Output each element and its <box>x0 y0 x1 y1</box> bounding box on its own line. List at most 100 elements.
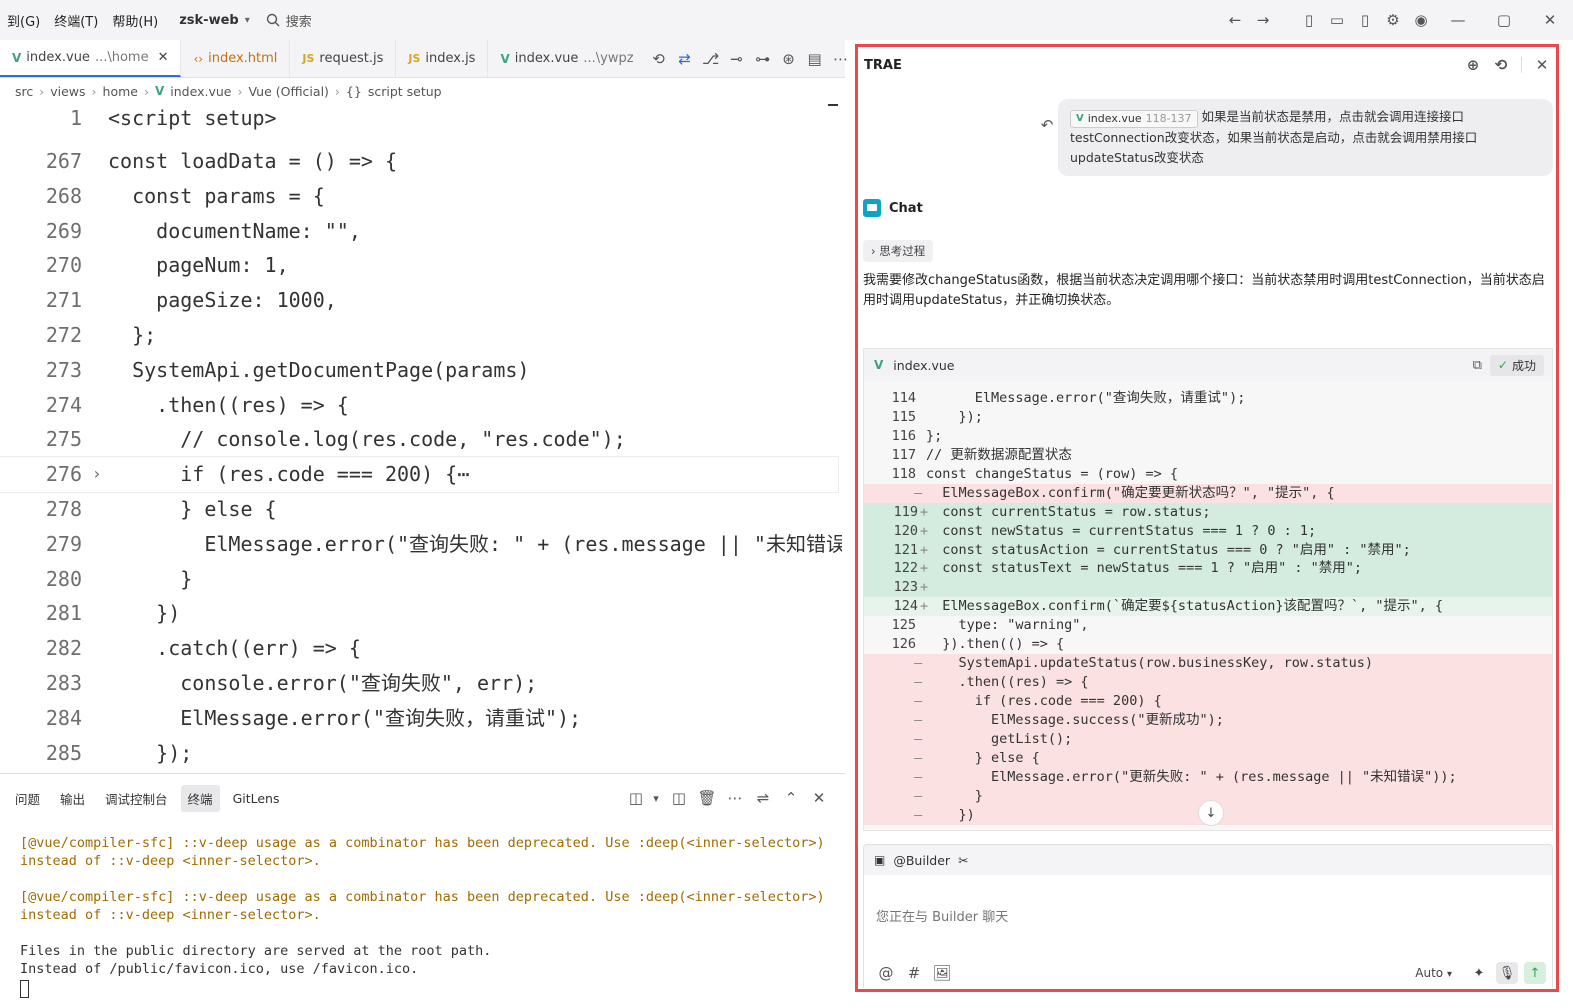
breadcrumb-item[interactable]: script setup <box>368 84 442 99</box>
breadcrumb-item[interactable]: views <box>50 84 85 99</box>
diff-removed-line: — getList(); <box>864 729 1552 749</box>
fold-chevron-icon[interactable]: › <box>92 457 102 492</box>
thinking-toggle[interactable]: › 思考过程 <box>863 240 934 262</box>
terminal-settings-icon[interactable]: ⇌ <box>749 784 777 812</box>
terminal-output[interactable]: [@vue/compiler-sfc] ::v-deep usage as a … <box>0 822 845 998</box>
new-chat-icon[interactable]: ⊕ <box>1459 51 1487 79</box>
scroll-down-icon[interactable]: ↓ <box>1198 800 1224 826</box>
breadcrumb-item[interactable]: home <box>103 84 138 99</box>
image-icon[interactable]: 🖼 <box>928 959 956 987</box>
code-text: ElMessage.error("查询失败: " + (res.message … <box>108 531 842 556</box>
diff-marker: + <box>920 579 929 596</box>
code-text: pageNum: 1, <box>108 253 289 278</box>
account-icon[interactable]: ◉ <box>1407 6 1435 34</box>
sparkle-icon[interactable]: ✦ <box>1468 962 1490 984</box>
toggle-sidebar-icon[interactable]: ▯ <box>1295 6 1323 34</box>
code-editor[interactable]: 1 <script setup> 267 const loadData = () =>… <box>0 104 842 770</box>
tab-index-vue-ywpz[interactable]: V index.vue ...\ywpz <box>488 40 645 77</box>
hash-icon[interactable]: # <box>900 959 928 987</box>
source-control-icon[interactable]: ⎇ <box>698 45 724 73</box>
tab-terminal[interactable]: 终端 <box>180 784 220 812</box>
vue-file-icon: V <box>500 51 510 66</box>
maximize-panel-icon[interactable]: ⌃ <box>777 784 805 812</box>
diff-code-text: type: "warning", <box>926 617 1089 634</box>
gear-icon[interactable]: ⚙ <box>1379 6 1407 34</box>
breadcrumb: src › views › home › V index.vue › Vue (… <box>0 78 845 104</box>
diff-line-number: 115 <box>891 408 916 425</box>
commit-icon[interactable]: ⊸ <box>724 45 750 73</box>
terminal-line: [@vue/compiler-sfc] ::v-deep usage as a … <box>20 889 833 923</box>
diff-line-number: 116 <box>891 427 916 444</box>
tab-output[interactable]: 输出 <box>53 785 92 812</box>
mention-icon[interactable]: @ <box>872 959 900 987</box>
trash-icon[interactable]: 🗑 <box>693 784 721 812</box>
send-icon[interactable]: ↑ <box>1524 962 1546 984</box>
close-icon[interactable]: ✕ <box>805 784 833 812</box>
file-reference-chip[interactable]: V index.vue 118-137 <box>1070 110 1198 128</box>
apply-status-button[interactable]: ✓ 成功 <box>1489 354 1544 376</box>
tab-problems[interactable]: 问题 <box>8 785 47 812</box>
chat-input[interactable] <box>864 875 1552 959</box>
close-window-icon[interactable]: ✕ <box>1527 6 1573 34</box>
close-icon[interactable]: ✕ <box>1528 51 1556 79</box>
menu-goto[interactable]: 到(G) <box>0 11 47 30</box>
code-diff-block: V index.vue ⧉ ✓ 成功 114 ElMessage.error("… <box>863 348 1553 831</box>
back-arrow-icon[interactable]: ← <box>1221 6 1249 34</box>
history-icon[interactable]: ⟲ <box>1487 51 1515 79</box>
tab-debug-console[interactable]: 调试控制台 <box>98 785 175 812</box>
chevron-down-icon[interactable]: ▾ <box>647 784 665 812</box>
terminal-layout-icon[interactable]: ◫ <box>625 784 647 812</box>
scrollbar-marker[interactable] <box>828 104 838 106</box>
project-switcher[interactable]: zsk-web ▾ <box>179 13 250 28</box>
diff-line-number: 119 <box>893 503 918 520</box>
microphone-icon[interactable]: 🎙 <box>1496 962 1518 984</box>
tab-gitlens[interactable]: GitLens <box>226 787 287 810</box>
diff-file-name[interactable]: index.vue <box>893 358 954 373</box>
next-change-icon[interactable]: ⊶ <box>750 45 776 73</box>
tab-index-vue-home[interactable]: V index.vue ...\home ✕ <box>0 40 182 77</box>
menu-terminal[interactable]: 终端(T) <box>47 11 105 30</box>
code-line: 283 console.error("查询失败", err); <box>0 666 842 701</box>
diff-removed-line: — if (res.code === 200) { <box>864 692 1552 711</box>
forward-arrow-icon[interactable]: → <box>1249 6 1277 34</box>
user-message: V index.vue 118-137 如果是当前状态是禁用，点击就会调用连接接… <box>1058 99 1553 176</box>
compare-icon[interactable]: ⇄ <box>672 45 698 73</box>
agent-name: @Builder <box>893 852 951 868</box>
breadcrumb-item[interactable]: Vue (Official) <box>248 84 328 99</box>
toggle-aux-bar-icon[interactable]: ▯ <box>1351 6 1379 34</box>
chip-range: 118-137 <box>1145 112 1192 125</box>
bottom-panel: 问题 输出 调试控制台 终端 GitLens ◫ ▾ ◫ 🗑 ⋯ ⇌ ⌃ ✕ [… <box>0 773 845 1008</box>
split-terminal-icon[interactable]: ◫ <box>665 784 693 812</box>
undo-icon[interactable]: ↶ <box>1033 111 1061 139</box>
diff-context-line: 126 }).then(() => { <box>864 635 1552 654</box>
code-text: }; <box>108 322 157 347</box>
more-icon[interactable]: ⋯ <box>721 784 749 812</box>
copy-icon[interactable]: ⧉ <box>1473 358 1482 373</box>
editor-actions: ⟲ ⇄ ⎇ ⊸ ⊶ ⊛ ▤ ⋯ <box>646 40 862 77</box>
diff-added-line: 123 + <box>864 578 1552 598</box>
minimize-icon[interactable]: — <box>1435 6 1481 34</box>
agent-selector[interactable]: ▣ @Builder ✂ <box>864 845 1552 875</box>
more-icon[interactable]: ⋯ <box>828 45 854 73</box>
split-editor-icon[interactable]: ▤ <box>802 45 828 73</box>
breadcrumb-item[interactable]: src <box>15 84 33 99</box>
diff-actions: ⧉ ✓ 成功 <box>1473 354 1544 376</box>
tab-index-js[interactable]: JS index.js <box>396 40 489 77</box>
close-icon[interactable]: ✕ <box>158 50 169 65</box>
history-icon[interactable]: ⟲ <box>646 45 672 73</box>
toggle-panel-icon[interactable]: ▭ <box>1323 6 1351 34</box>
git-graph-icon[interactable]: ⊛ <box>776 45 802 73</box>
menu-help[interactable]: 帮助(H) <box>105 11 165 30</box>
tab-request-js[interactable]: JS request.js <box>290 40 397 77</box>
maximize-icon[interactable]: ▢ <box>1481 6 1527 34</box>
search-label: 搜索 <box>285 14 312 30</box>
tab-index-html[interactable]: ‹› index.html <box>181 40 291 77</box>
code-line: 267 const loadData = () => { <box>0 144 842 179</box>
code-line: 270 pageNum: 1, <box>0 248 842 283</box>
global-search[interactable]: 搜索 <box>266 11 312 30</box>
mode-select[interactable]: Auto ▾ <box>1415 966 1452 980</box>
line-number: 281 <box>45 601 82 626</box>
code-text: ElMessage.error("查询失败，请重试"); <box>108 705 582 730</box>
breadcrumb-item[interactable]: index.vue <box>170 84 231 99</box>
